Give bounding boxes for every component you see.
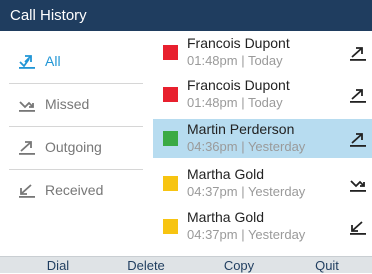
dial-softkey[interactable]: Dial	[28, 257, 88, 273]
call-row[interactable]: Francois Dupont 01:48pm | Today	[153, 75, 372, 114]
call-row-selected[interactable]: Martin Perderson 04:36pm | Yesterday	[153, 119, 372, 158]
missed-call-icon	[19, 101, 35, 112]
call-time: 04:36pm | Yesterday	[187, 139, 306, 154]
copy-softkey[interactable]: Copy	[209, 257, 269, 273]
outgoing-call-icon	[19, 141, 35, 155]
outgoing-call-icon	[350, 89, 366, 103]
call-time: 04:37pm | Yesterday	[187, 227, 306, 242]
softkey-bar: Dial Delete Copy Quit	[0, 256, 372, 273]
filter-all[interactable]: All	[9, 41, 143, 81]
call-list: Francois Dupont 01:48pm | Today Francois…	[153, 31, 372, 256]
caller-name: Francois Dupont	[187, 77, 290, 93]
filter-missed-label: Missed	[45, 96, 90, 112]
caller-name: Francois Dupont	[187, 35, 290, 51]
filter-received[interactable]: Received	[9, 170, 143, 210]
missed-call-icon	[350, 180, 366, 192]
page-title: Call History	[10, 7, 87, 24]
delete-softkey[interactable]: Delete	[116, 257, 176, 273]
filter-outgoing[interactable]: Outgoing	[9, 127, 143, 167]
received-call-icon	[350, 221, 366, 235]
received-call-icon	[19, 184, 35, 198]
caller-name: Martha Gold	[187, 166, 265, 182]
filter-received-label: Received	[45, 182, 104, 198]
caller-name: Martha Gold	[187, 209, 265, 225]
call-row[interactable]: Martha Gold 04:37pm | Yesterday	[153, 207, 372, 246]
quit-softkey[interactable]: Quit	[297, 257, 357, 273]
call-time: 01:48pm | Today	[187, 53, 283, 68]
call-time: 04:37pm | Yesterday	[187, 184, 306, 199]
call-row[interactable]: Francois Dupont 01:48pm | Today	[153, 33, 372, 72]
filter-sidebar: All Missed Outgoing Received	[0, 31, 153, 256]
outgoing-call-icon	[350, 133, 366, 147]
answered-status-icon	[163, 131, 178, 146]
call-time: 01:48pm | Today	[187, 95, 283, 110]
outgoing-call-icon	[350, 47, 366, 61]
call-status-icon	[163, 219, 178, 234]
missed-status-icon	[163, 45, 178, 60]
title-bar: Call History	[0, 0, 372, 31]
missed-status-icon	[163, 87, 178, 102]
filter-missed[interactable]: Missed	[9, 84, 143, 124]
call-status-icon	[163, 176, 178, 191]
call-row[interactable]: Martha Gold 04:37pm | Yesterday	[153, 164, 372, 203]
filter-outgoing-label: Outgoing	[45, 139, 102, 155]
all-calls-icon	[19, 55, 35, 69]
caller-name: Martin Perderson	[187, 121, 295, 137]
filter-all-label: All	[45, 53, 61, 69]
